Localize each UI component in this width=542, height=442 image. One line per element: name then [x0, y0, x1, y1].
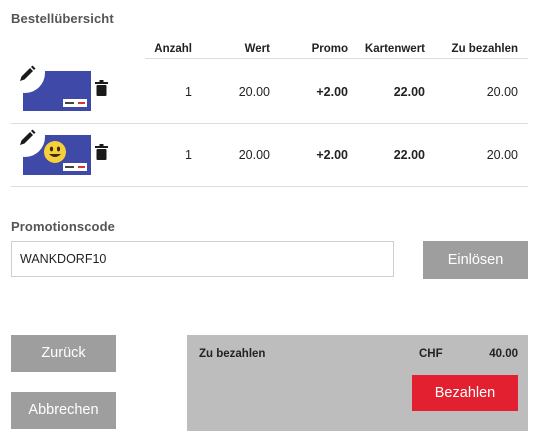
payment-amount: 40.00 — [489, 348, 518, 360]
row-quantity: 1 — [185, 85, 192, 99]
back-button[interactable]: Zurück — [11, 335, 116, 372]
column-header-promo: Promo — [311, 43, 348, 55]
column-header-quantity: Anzahl — [154, 43, 192, 55]
trash-icon[interactable] — [95, 144, 108, 160]
column-header-to-pay: Zu bezahlen — [451, 43, 518, 55]
payment-label: Zu bezahlen — [199, 348, 266, 360]
row-card-value: 22.00 — [393, 85, 425, 99]
row-to-pay: 20.00 — [486, 85, 518, 99]
column-header-value: Wert — [244, 43, 270, 55]
promotion-code-input[interactable]: WANKDORF10 — [11, 241, 394, 277]
row-promo: +2.00 — [316, 148, 348, 162]
pencil-icon[interactable] — [17, 64, 37, 84]
smiley-icon — [44, 141, 66, 163]
redeem-button[interactable]: Einlösen — [423, 241, 528, 279]
order-summary-title: Bestellübersicht — [11, 11, 114, 26]
row-card-value: 22.00 — [393, 148, 425, 162]
column-header-card-value: Kartenwert — [364, 43, 425, 55]
trash-icon[interactable] — [95, 80, 108, 96]
row-quantity: 1 — [185, 148, 192, 162]
row-promo: +2.00 — [316, 85, 348, 99]
row-value: 20.00 — [238, 148, 270, 162]
promotion-code-title: Promotionscode — [11, 219, 115, 234]
pencil-icon[interactable] — [17, 128, 37, 148]
header-divider — [145, 58, 528, 59]
payment-summary-panel: Zu bezahlen CHF 40.00 Bezahlen — [187, 335, 528, 431]
payment-currency: CHF — [419, 348, 443, 360]
pay-button[interactable]: Bezahlen — [412, 375, 518, 411]
row-divider — [11, 186, 528, 187]
cancel-button[interactable]: Abbrechen — [11, 392, 116, 429]
row-value: 20.00 — [238, 85, 270, 99]
row-to-pay: 20.00 — [486, 148, 518, 162]
row-divider — [11, 123, 528, 124]
